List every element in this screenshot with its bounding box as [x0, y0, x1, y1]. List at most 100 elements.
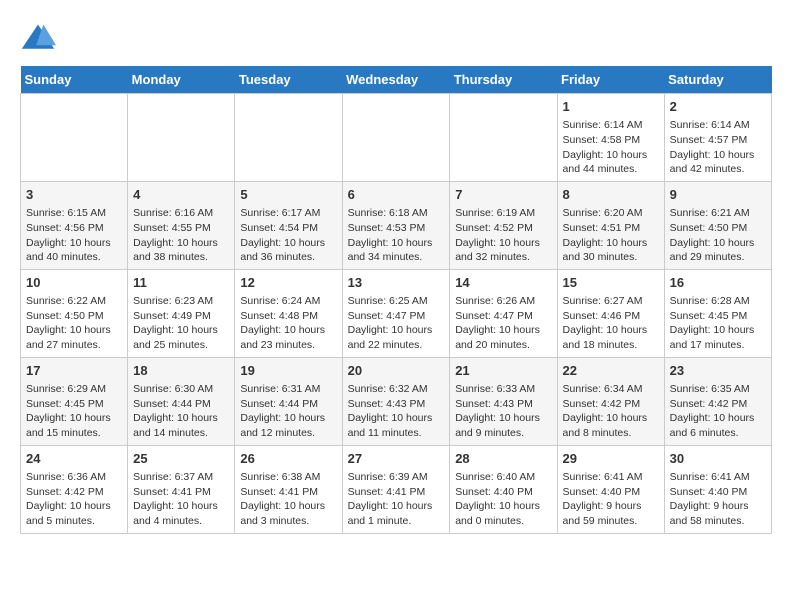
day-info: Sunset: 4:40 PM	[670, 485, 766, 500]
day-info: Sunrise: 6:24 AM	[240, 294, 336, 309]
day-info: Sunset: 4:52 PM	[455, 221, 551, 236]
day-info: Daylight: 9 hours and 58 minutes.	[670, 499, 766, 528]
day-number: 7	[455, 186, 551, 204]
calendar-cell: 18 Sunrise: 6:30 AMSunset: 4:44 PMDayligh…	[128, 357, 235, 445]
day-info: Daylight: 10 hours and 4 minutes.	[133, 499, 229, 528]
calendar-cell: 30 Sunrise: 6:41 AMSunset: 4:40 PMDayligh…	[664, 445, 771, 533]
day-number: 5	[240, 186, 336, 204]
day-info: Sunrise: 6:21 AM	[670, 206, 766, 221]
calendar-cell: 7Sunrise: 6:19 AMSunset: 4:52 PMDaylight…	[450, 181, 557, 269]
day-info: Daylight: 10 hours and 6 minutes.	[670, 411, 766, 440]
day-info: Sunrise: 6:33 AM	[455, 382, 551, 397]
day-number: 6	[348, 186, 445, 204]
day-info: Sunset: 4:46 PM	[563, 309, 659, 324]
day-number: 25	[133, 450, 229, 468]
day-info: Sunrise: 6:32 AM	[348, 382, 445, 397]
calendar-cell: 4Sunrise: 6:16 AMSunset: 4:55 PMDaylight…	[128, 181, 235, 269]
day-info: Sunrise: 6:26 AM	[455, 294, 551, 309]
day-info: Sunrise: 6:16 AM	[133, 206, 229, 221]
day-info: Sunset: 4:50 PM	[26, 309, 122, 324]
day-info: Daylight: 10 hours and 8 minutes.	[563, 411, 659, 440]
calendar-cell: 27Sunrise: 6:39 AMSunset: 4:41 PMDayligh…	[342, 445, 450, 533]
day-number: 23	[670, 362, 766, 380]
day-info: Sunset: 4:41 PM	[133, 485, 229, 500]
day-info: Daylight: 10 hours and 20 minutes.	[455, 323, 551, 352]
calendar-cell	[21, 94, 128, 182]
calendar-cell: 14 Sunrise: 6:26 AMSunset: 4:47 PMDayligh…	[450, 269, 557, 357]
day-number: 14	[455, 274, 551, 292]
day-number: 20	[348, 362, 445, 380]
day-info: Daylight: 10 hours and 14 minutes.	[133, 411, 229, 440]
day-info: Daylight: 10 hours and 38 minutes.	[133, 236, 229, 265]
day-info: Sunrise: 6:14 AM	[670, 118, 766, 133]
day-info: Sunset: 4:44 PM	[133, 397, 229, 412]
day-number: 18	[133, 362, 229, 380]
calendar-cell	[128, 94, 235, 182]
day-number: 26	[240, 450, 336, 468]
day-info: Sunset: 4:40 PM	[563, 485, 659, 500]
day-info: Sunset: 4:53 PM	[348, 221, 445, 236]
day-info: Sunset: 4:42 PM	[563, 397, 659, 412]
calendar-cell	[342, 94, 450, 182]
day-info: Sunrise: 6:41 AM	[670, 470, 766, 485]
calendar-cell: 16Sunrise: 6:28 AMSunset: 4:45 PMDayligh…	[664, 269, 771, 357]
day-info: Daylight: 10 hours and 42 minutes.	[670, 148, 766, 177]
day-info: Sunset: 4:44 PM	[240, 397, 336, 412]
day-info: Sunset: 4:50 PM	[670, 221, 766, 236]
day-number: 13	[348, 274, 445, 292]
day-info: Daylight: 10 hours and 11 minutes.	[348, 411, 445, 440]
day-number: 29	[563, 450, 659, 468]
day-info: Sunset: 4:55 PM	[133, 221, 229, 236]
day-info: Daylight: 10 hours and 44 minutes.	[563, 148, 659, 177]
calendar-cell: 29Sunrise: 6:41 AMSunset: 4:40 PMDayligh…	[557, 445, 664, 533]
calendar-cell: 3Sunrise: 6:15 AMSunset: 4:56 PMDaylight…	[21, 181, 128, 269]
calendar-cell: 11Sunrise: 6:23 AMSunset: 4:49 PMDayligh…	[128, 269, 235, 357]
day-info: Sunrise: 6:41 AM	[563, 470, 659, 485]
day-info: Sunrise: 6:25 AM	[348, 294, 445, 309]
day-number: 22	[563, 362, 659, 380]
day-info: Sunset: 4:43 PM	[348, 397, 445, 412]
calendar-cell: 24Sunrise: 6:36 AMSunset: 4:42 PMDayligh…	[21, 445, 128, 533]
day-number: 9	[670, 186, 766, 204]
day-info: Sunrise: 6:20 AM	[563, 206, 659, 221]
day-info: Daylight: 10 hours and 27 minutes.	[26, 323, 122, 352]
calendar-cell	[450, 94, 557, 182]
day-info: Sunset: 4:47 PM	[455, 309, 551, 324]
calendar-cell: 5 Sunrise: 6:17 AMSunset: 4:54 PMDaylight…	[235, 181, 342, 269]
day-info: Sunrise: 6:40 AM	[455, 470, 551, 485]
day-info: Sunset: 4:54 PM	[240, 221, 336, 236]
day-info: Sunrise: 6:28 AM	[670, 294, 766, 309]
calendar-cell: 12Sunrise: 6:24 AMSunset: 4:48 PMDayligh…	[235, 269, 342, 357]
calendar-week-row: 3Sunrise: 6:15 AMSunset: 4:56 PMDaylight…	[21, 181, 772, 269]
day-info: Sunset: 4:42 PM	[26, 485, 122, 500]
day-info: Daylight: 10 hours and 23 minutes.	[240, 323, 336, 352]
day-info: Sunset: 4:45 PM	[26, 397, 122, 412]
calendar-week-row: 24Sunrise: 6:36 AMSunset: 4:42 PMDayligh…	[21, 445, 772, 533]
day-info: Daylight: 10 hours and 29 minutes.	[670, 236, 766, 265]
page-header	[20, 20, 772, 56]
day-info: Sunrise: 6:36 AM	[26, 470, 122, 485]
day-info: Daylight: 10 hours and 25 minutes.	[133, 323, 229, 352]
day-info: Sunset: 4:41 PM	[348, 485, 445, 500]
day-info: Sunrise: 6:19 AM	[455, 206, 551, 221]
day-info: Sunrise: 6:30 AM	[133, 382, 229, 397]
day-info: Daylight: 10 hours and 3 minutes.	[240, 499, 336, 528]
calendar-week-row: 17Sunrise: 6:29 AMSunset: 4:45 PMDayligh…	[21, 357, 772, 445]
day-of-week-header: Monday	[128, 66, 235, 94]
day-number: 2	[670, 98, 766, 116]
calendar-cell: 13Sunrise: 6:25 AMSunset: 4:47 PMDayligh…	[342, 269, 450, 357]
day-info: Daylight: 10 hours and 36 minutes.	[240, 236, 336, 265]
calendar-cell: 9 Sunrise: 6:21 AMSunset: 4:50 PMDaylight…	[664, 181, 771, 269]
day-info: Sunset: 4:51 PM	[563, 221, 659, 236]
calendar-table: SundayMondayTuesdayWednesdayThursdayFrid…	[20, 66, 772, 534]
calendar-cell: 28Sunrise: 6:40 AMSunset: 4:40 PMDayligh…	[450, 445, 557, 533]
day-info: Daylight: 10 hours and 40 minutes.	[26, 236, 122, 265]
day-number: 30	[670, 450, 766, 468]
calendar-week-row: 1Sunrise: 6:14 AMSunset: 4:58 PMDaylight…	[21, 94, 772, 182]
day-number: 27	[348, 450, 445, 468]
day-number: 12	[240, 274, 336, 292]
day-info: Sunrise: 6:17 AM	[240, 206, 336, 221]
logo-icon	[20, 20, 56, 56]
calendar-cell: 25Sunrise: 6:37 AMSunset: 4:41 PMDayligh…	[128, 445, 235, 533]
day-number: 17	[26, 362, 122, 380]
